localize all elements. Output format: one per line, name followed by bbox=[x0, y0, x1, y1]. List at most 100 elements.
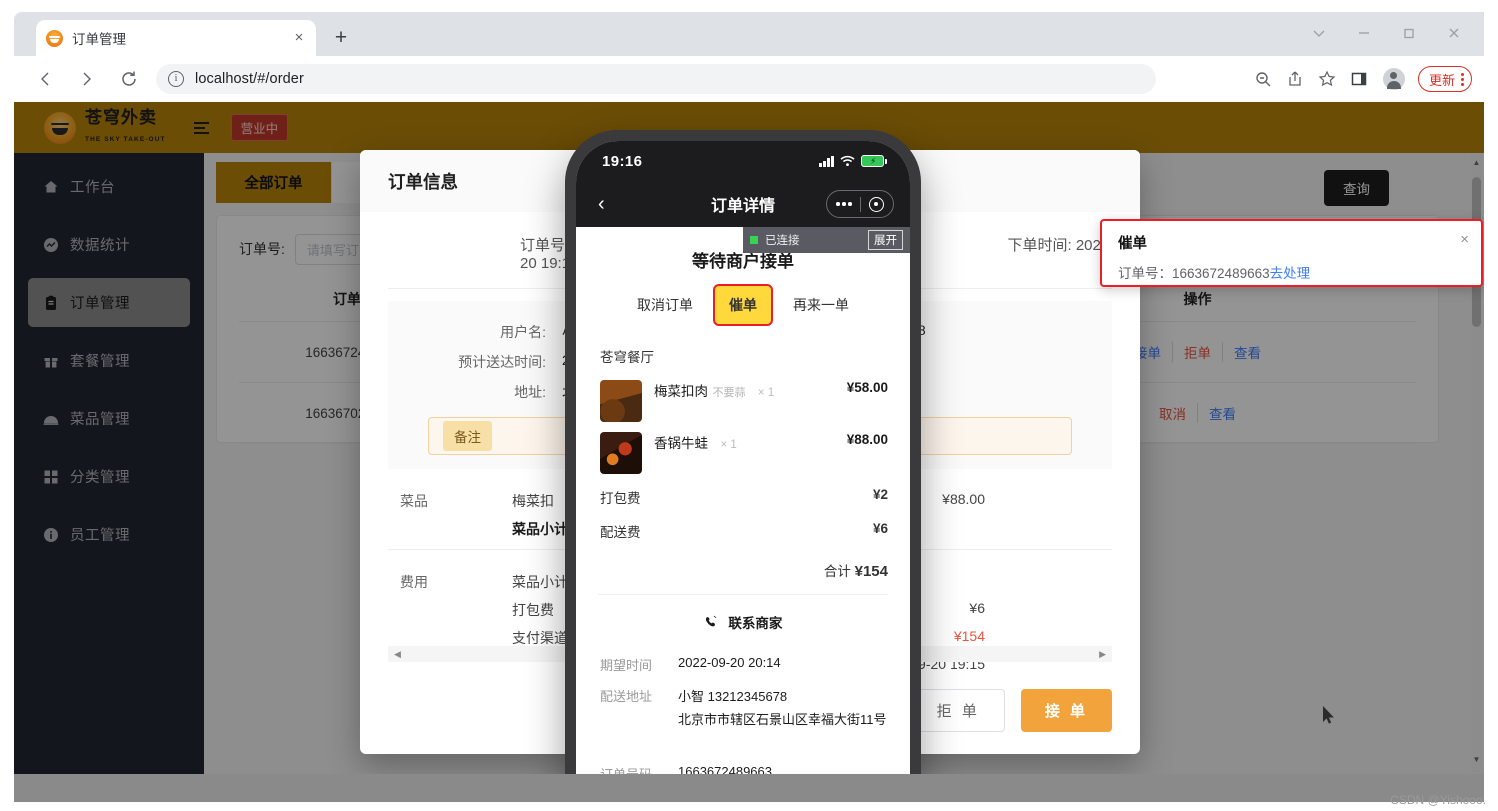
close-window-icon[interactable] bbox=[1431, 16, 1476, 50]
signal-icon bbox=[819, 155, 834, 167]
dish-subtotal-label: 菜品小计 bbox=[512, 521, 568, 537]
reorder-button[interactable]: 再来一单 bbox=[779, 286, 863, 324]
phone-mockup: 19:16 ⚡ ‹ 订单详情 已连接 展开 等待商户接单 取消订单 催单 再来一… bbox=[565, 130, 921, 774]
contact-label: 联系商家 bbox=[728, 616, 783, 631]
share-icon[interactable] bbox=[1280, 64, 1310, 94]
phone-content: 等待商户接单 取消订单 催单 再来一单 苍穹餐厅 梅菜扣肉 不要蒜 × 1 ¥5… bbox=[576, 227, 910, 774]
detail-row: 配送地址 小智 13212345678 北京市市辖区石景山区幸福大街11号 bbox=[576, 680, 910, 734]
sidepanel-icon[interactable] bbox=[1344, 64, 1374, 94]
order-time-label: 下单时间: bbox=[1007, 237, 1072, 254]
more-dots-icon[interactable] bbox=[836, 202, 852, 206]
tab-title: 订单管理 bbox=[72, 32, 126, 47]
reload-icon[interactable] bbox=[112, 62, 146, 96]
detail-value-line2: 北京市市辖区石景山区幸福大街11号 bbox=[678, 712, 887, 727]
wifi-icon bbox=[840, 155, 855, 166]
toast-order-label: 订单号： bbox=[1118, 266, 1172, 281]
fee-label: 打包费 bbox=[600, 491, 641, 506]
item-qty: × 1 bbox=[757, 387, 775, 399]
item-qty: × 1 bbox=[720, 439, 737, 451]
item-name: 梅菜扣肉 bbox=[654, 384, 708, 399]
close-tab-icon[interactable]: × bbox=[292, 30, 306, 45]
bookmark-star-icon[interactable] bbox=[1312, 64, 1342, 94]
fee-row: 打包费 ¥2 bbox=[576, 480, 910, 514]
app-viewport: 苍穹外卖 THE SKY TAKE-OUT 营业中 工作台 数据统计 订单管理 … bbox=[14, 102, 1484, 774]
shop-name: 苍穹餐厅 bbox=[600, 350, 654, 365]
address-bar[interactable]: i localhost/#/order bbox=[156, 64, 1156, 94]
address-label: 地址: bbox=[514, 384, 546, 400]
order-item: 香锅牛蛙 × 1 ¥88.00 bbox=[576, 428, 910, 480]
dialog-footer: 拒 单 接 单 bbox=[911, 689, 1112, 732]
order-total: 合计 ¥154 bbox=[576, 548, 910, 594]
urge-order-toast: 催单 订单号：1663672489663去处理 × bbox=[1100, 219, 1483, 287]
fee-label: 配送费 bbox=[600, 525, 641, 540]
reject-order-button[interactable]: 拒 单 bbox=[911, 689, 1005, 732]
detail-row: 订单号码 1663672489663 bbox=[576, 758, 910, 774]
fee-value: ¥154 bbox=[953, 628, 985, 644]
fee-label: 费用 bbox=[400, 574, 428, 590]
dish-value: 梅菜扣 bbox=[512, 493, 554, 509]
devtools-connection-bar: 已连接 展开 bbox=[743, 227, 910, 253]
detail-key: 期望时间 bbox=[600, 658, 653, 673]
toast-action-link[interactable]: 去处理 bbox=[1270, 266, 1311, 281]
target-icon[interactable] bbox=[869, 196, 884, 212]
item-note: 不要蒜 bbox=[712, 387, 746, 399]
minimize-icon[interactable] bbox=[1341, 16, 1386, 50]
dish-amount: ¥88.00 bbox=[942, 491, 985, 507]
window-controls bbox=[1296, 16, 1476, 50]
browser-toolbar: i localhost/#/order 更新 bbox=[14, 56, 1484, 102]
cancel-order-button[interactable]: 取消订单 bbox=[623, 286, 707, 324]
phone-screen: 19:16 ⚡ ‹ 订单详情 已连接 展开 等待商户接单 取消订单 催单 再来一… bbox=[576, 141, 910, 774]
zoom-out-icon[interactable] bbox=[1248, 64, 1278, 94]
connected-indicator-icon bbox=[750, 236, 758, 244]
order-item: 梅菜扣肉 不要蒜 × 1 ¥58.00 bbox=[576, 376, 910, 428]
detail-key: 订单号码 bbox=[600, 764, 662, 774]
phone-icon bbox=[704, 615, 723, 631]
back-icon[interactable]: ‹ bbox=[598, 193, 605, 216]
forward-icon[interactable] bbox=[70, 62, 104, 96]
maximize-icon[interactable] bbox=[1386, 16, 1431, 50]
item-price: ¥88.00 bbox=[846, 432, 888, 447]
miniprogram-capsule[interactable] bbox=[826, 190, 894, 218]
item-name: 香锅牛蛙 bbox=[654, 436, 708, 451]
order-no-label: 订单号: bbox=[520, 237, 570, 254]
phone-clock: 19:16 bbox=[602, 152, 643, 170]
expand-button[interactable]: 展开 bbox=[868, 230, 903, 250]
eta-label: 预计送达时间: bbox=[458, 354, 546, 370]
fee-value: ¥6 bbox=[969, 600, 985, 616]
braised-pork-photo bbox=[600, 380, 642, 422]
spicy-bullfrog-photo bbox=[600, 432, 642, 474]
scroll-left-arrow-icon[interactable]: ◀ bbox=[394, 649, 401, 660]
total-label: 合计 bbox=[823, 564, 851, 579]
page-bottom-strip bbox=[14, 774, 1484, 802]
fee-row: 配送费 ¥6 bbox=[576, 514, 910, 548]
contact-merchant-button[interactable]: 联系商家 bbox=[576, 595, 910, 649]
accept-order-button[interactable]: 接 单 bbox=[1020, 689, 1112, 732]
fee-key: 打包费 bbox=[512, 602, 554, 618]
profile-avatar-icon[interactable] bbox=[1382, 68, 1405, 90]
watermark: CSDN @Yishooo. bbox=[1390, 793, 1486, 807]
scroll-right-arrow-icon[interactable]: ▶ bbox=[1099, 649, 1106, 660]
browser-tabstrip: 订单管理 × + bbox=[14, 12, 1484, 56]
close-icon[interactable]: × bbox=[1460, 231, 1469, 248]
total-value: ¥154 bbox=[854, 563, 888, 580]
fee-value: ¥2 bbox=[872, 487, 888, 502]
favicon-icon bbox=[46, 29, 63, 47]
chevron-down-icon[interactable] bbox=[1296, 16, 1341, 50]
battery-charging-icon: ⚡ bbox=[861, 155, 887, 167]
site-info-icon[interactable]: i bbox=[168, 71, 184, 87]
toast-title: 催单 bbox=[1118, 236, 1147, 252]
url-text: localhost/#/order bbox=[195, 71, 304, 87]
urge-order-button[interactable]: 催单 bbox=[713, 284, 773, 326]
new-tab-button[interactable]: + bbox=[328, 26, 354, 52]
back-icon[interactable] bbox=[28, 62, 62, 96]
fee-key: 支付渠道 bbox=[512, 630, 568, 646]
detail-value: 小智 13212345678 bbox=[678, 689, 788, 704]
update-button[interactable]: 更新 bbox=[1417, 66, 1472, 92]
user-label: 用户名: bbox=[500, 324, 546, 340]
browser-tab[interactable]: 订单管理 × bbox=[36, 20, 316, 56]
chrome-menu-icon[interactable] bbox=[1461, 72, 1464, 86]
detail-key: 配送地址 bbox=[600, 689, 653, 704]
browser-chrome: 订单管理 × + i localhost/#/order 更新 bbox=[14, 12, 1484, 102]
phone-nav-bar: ‹ 订单详情 bbox=[576, 181, 910, 227]
phone-status-bar: 19:16 ⚡ bbox=[576, 141, 910, 181]
